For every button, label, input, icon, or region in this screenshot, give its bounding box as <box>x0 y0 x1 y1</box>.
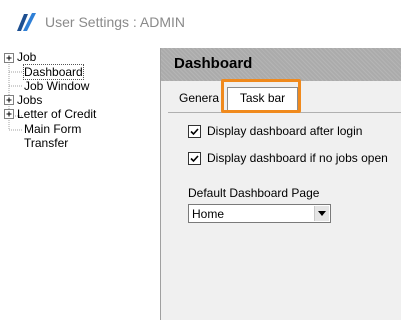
tree-item-dashboard[interactable]: Dashboard <box>23 64 84 80</box>
option-label: Display dashboard after login <box>207 124 363 138</box>
default-page-value: Home <box>192 207 225 221</box>
title-bar: User Settings : ADMIN <box>0 0 401 48</box>
tree-item-letter-of-credit[interactable]: Letter of Credit <box>17 107 96 121</box>
window-title: User Settings : ADMIN <box>45 14 186 30</box>
default-page-label: Default Dashboard Page <box>188 186 320 200</box>
check-icon <box>190 127 199 135</box>
tab-highlight-box <box>221 79 301 113</box>
tree-item-main-form[interactable]: Main Form <box>24 122 81 136</box>
dropdown-button[interactable] <box>314 206 329 221</box>
default-page-select[interactable]: Home <box>188 204 331 223</box>
expand-icon[interactable] <box>4 109 14 119</box>
checkbox[interactable] <box>188 124 201 138</box>
tree-item-jobs[interactable]: Jobs <box>17 93 42 107</box>
app-logo-icon <box>14 10 38 34</box>
tree-item-job[interactable]: Job <box>17 50 36 64</box>
expand-icon[interactable] <box>4 95 14 105</box>
expand-icon[interactable] <box>4 53 14 63</box>
tree-item-transfer[interactable]: Transfer <box>24 136 68 150</box>
option-display-after-login[interactable]: Display dashboard after login <box>188 124 362 138</box>
option-label: Display dashboard if no jobs open <box>207 151 388 165</box>
check-icon <box>190 154 199 162</box>
panel-title: Dashboard <box>174 55 253 72</box>
tab-general[interactable]: Genera <box>179 91 219 105</box>
tree-item-job-window[interactable]: Job Window <box>24 79 89 93</box>
panel-header: Dashboard <box>161 48 401 81</box>
settings-tree: Job Dashboard Job Window Jobs Letter of … <box>0 48 161 320</box>
checkbox[interactable] <box>188 151 201 165</box>
chevron-down-icon <box>318 211 326 216</box>
option-display-if-no-jobs[interactable]: Display dashboard if no jobs open <box>188 151 388 165</box>
